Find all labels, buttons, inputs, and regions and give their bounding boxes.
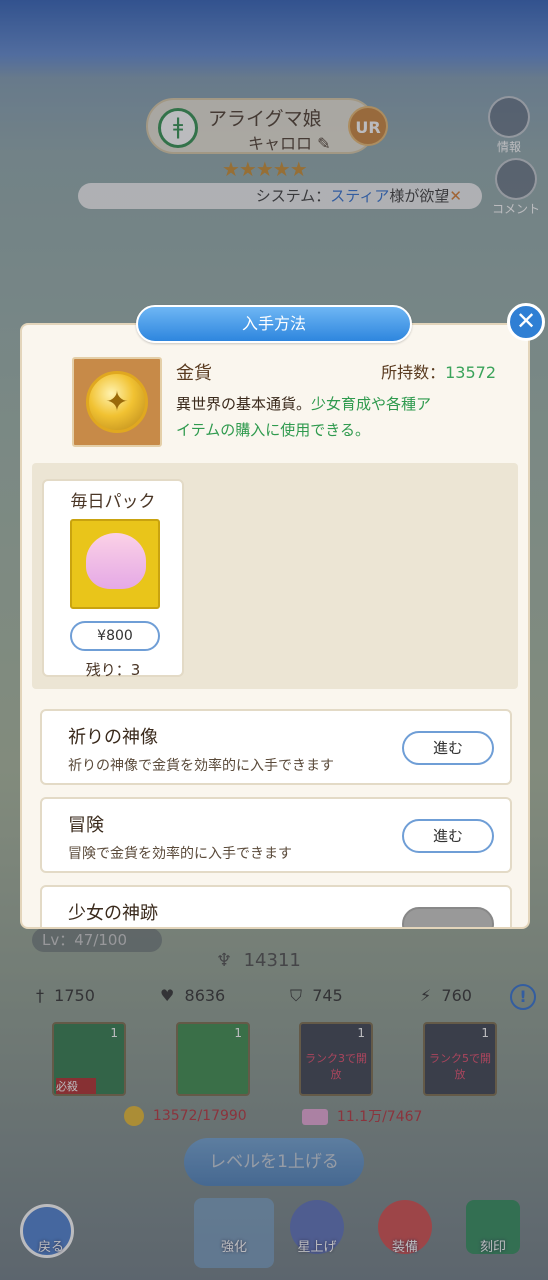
pack-price-button[interactable]: ¥800 (70, 621, 160, 651)
close-button[interactable]: ✕ (507, 303, 545, 341)
gold-coin-icon: ✦ (86, 371, 148, 433)
source-row: 祈りの神像 祈りの神像で金貨を効率的に入手できます 進む (40, 709, 512, 785)
source-title: 祈りの神像 (68, 727, 158, 748)
go-button[interactable]: 進む (402, 731, 494, 765)
modal-title-tab: 入手方法 (136, 305, 412, 343)
item-description: 異世界の基本通貨。少女育成や各種アイテムの購入に使用できる。 (176, 391, 496, 443)
owned-value: 13572 (445, 363, 496, 382)
source-desc: 冒険で金貨を効率的に入手できます (68, 846, 292, 862)
item-name: 金貨 (176, 363, 212, 384)
source-desc: 祈りの神像で金貨を効率的に入手できます (68, 758, 334, 774)
go-button-disabled[interactable] (402, 907, 494, 927)
pack-shop-area: 毎日パック ¥800 残り：3 (32, 463, 518, 689)
source-row: 少女の神跡 (40, 885, 512, 927)
item-icon-frame: ✦ (72, 357, 162, 447)
pack-image (70, 519, 160, 609)
owned-count: 所持数：13572 (381, 359, 496, 383)
desc-part-2: 少女育成や各種ア (311, 395, 432, 413)
acquisition-modal: ✦ 金貨 所持数：13572 異世界の基本通貨。少女育成や各種アイテムの購入に使… (20, 323, 530, 929)
go-button[interactable]: 進む (402, 819, 494, 853)
heart-box-icon (86, 533, 146, 589)
source-row: 冒険 冒険で金貨を効率的に入手できます 進む (40, 797, 512, 873)
desc-part-1: 異世界の基本通貨。 (176, 395, 312, 413)
owned-label: 所持数： (381, 363, 446, 382)
desc-part-3: イテムの購入に使用できる。 (176, 421, 370, 439)
source-title: 少女の神跡 (68, 903, 158, 924)
source-title: 冒険 (68, 815, 104, 836)
daily-pack-card[interactable]: 毎日パック ¥800 残り：3 (42, 479, 184, 679)
pack-title: 毎日パック (70, 492, 156, 512)
pack-remaining: 残り：3 (85, 661, 141, 679)
